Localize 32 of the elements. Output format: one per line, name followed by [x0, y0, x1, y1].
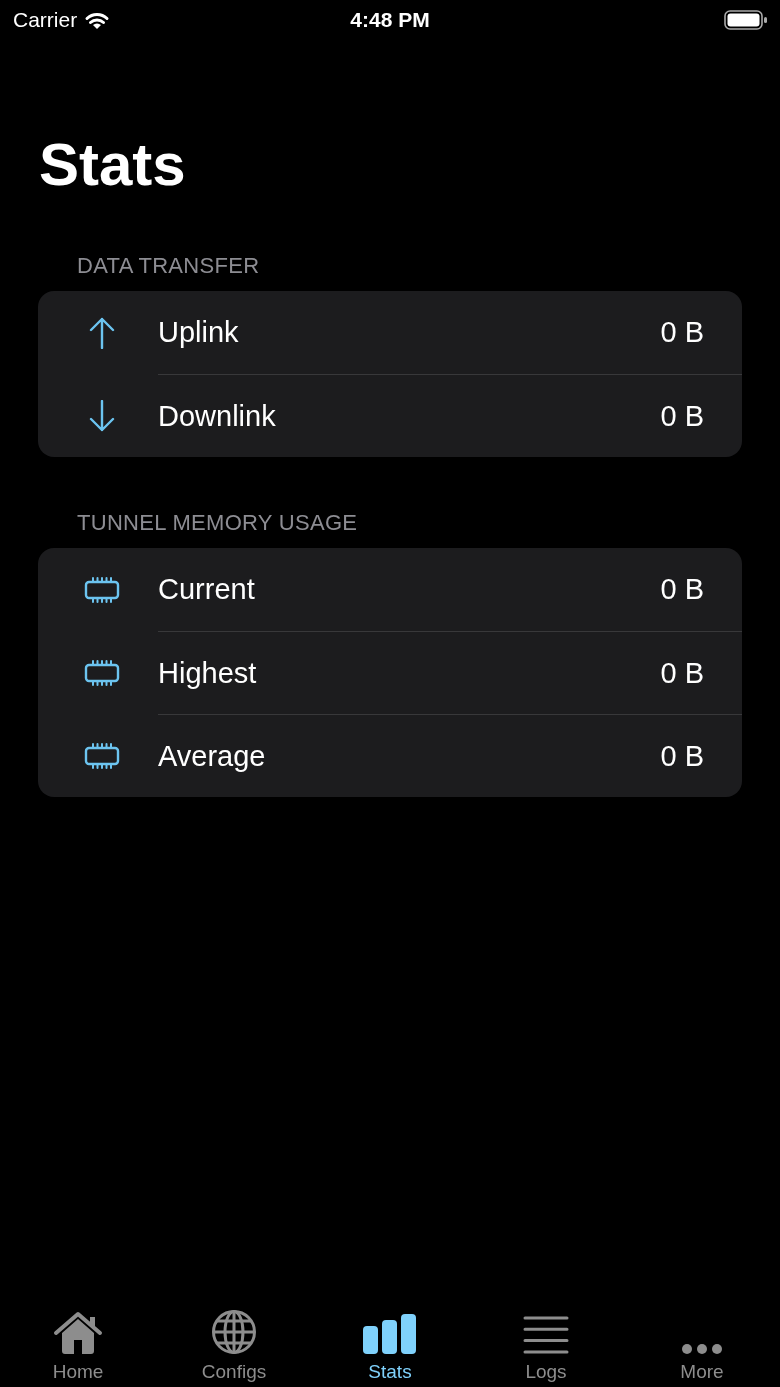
stat-label: Highest: [158, 656, 257, 690]
tab-bar-item[interactable]: More: [624, 1289, 780, 1387]
memory-chip-icon: [84, 576, 120, 603]
wifi-icon: [84, 10, 111, 30]
memory-chip-icon: [84, 742, 120, 769]
tab-bar-item[interactable]: Home: [0, 1289, 156, 1387]
up-arrow-icon: [89, 316, 115, 349]
more-dots-icon: [681, 1343, 723, 1355]
tab-bar-item[interactable]: Stats: [312, 1289, 468, 1387]
tab-bar-item[interactable]: Configs: [156, 1289, 312, 1387]
bar-chart-icon: [362, 1313, 418, 1355]
status-time: 4:48 PM: [350, 8, 430, 32]
section-header: TUNNEL MEMORY USAGE: [77, 510, 359, 536]
carrier-label: Carrier: [13, 8, 78, 32]
page-title: Stats: [39, 130, 187, 200]
battery-icon: [724, 10, 768, 30]
stat-value: 0 B: [660, 573, 704, 606]
stat-label: Average: [158, 739, 266, 773]
tab-bar-item[interactable]: Logs: [468, 1289, 624, 1387]
stat-value: 0 B: [660, 739, 704, 773]
stat-label: Uplink: [158, 316, 239, 349]
section-header: DATA TRANSFER: [77, 253, 261, 279]
list-lines-icon: [523, 1315, 569, 1355]
memory-chip-icon: [84, 659, 120, 686]
stat-value: 0 B: [660, 656, 704, 690]
stat-value: 0 B: [660, 316, 704, 349]
home-icon: [53, 1311, 103, 1355]
stat-label: Current: [158, 573, 255, 606]
stat-label: Downlink: [158, 399, 276, 433]
stat-value: 0 B: [660, 399, 704, 433]
globe-icon: [211, 1309, 257, 1355]
down-arrow-icon: [89, 399, 115, 432]
